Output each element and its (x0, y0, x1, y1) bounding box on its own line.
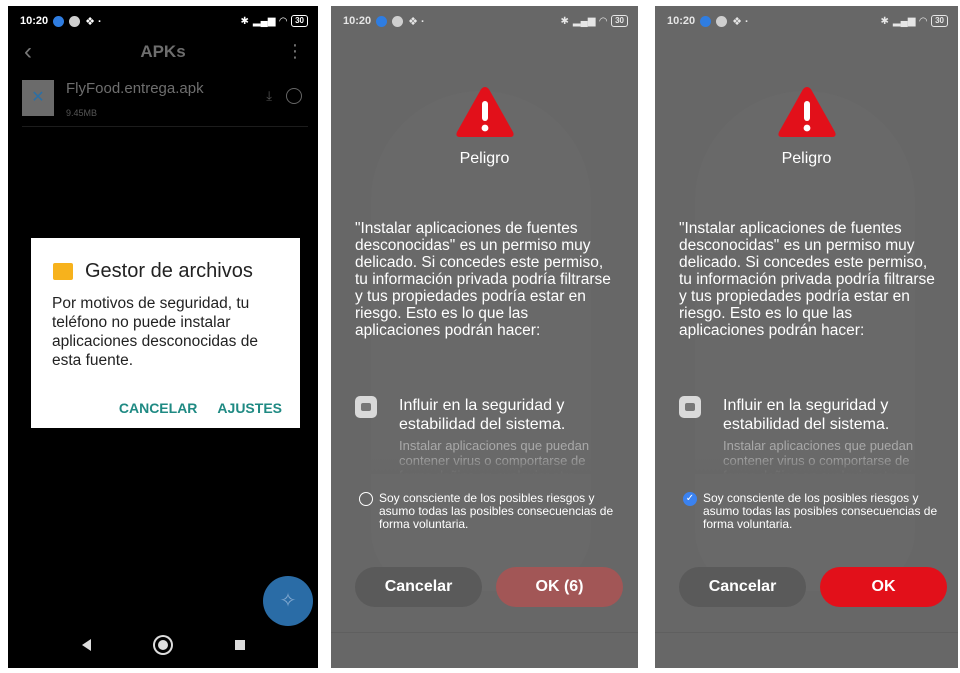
notification-icon (716, 15, 728, 27)
permission-item: Influir en la seguridad y estabilidad de… (679, 394, 942, 474)
status-time: 10:20 (667, 15, 696, 27)
permission-title: Influir en la seguridad y estabilidad de… (399, 397, 566, 433)
navigation-bar (8, 622, 318, 668)
file-size: 9.45MB (66, 108, 98, 118)
signal-icon: ▂▄▆ (892, 15, 916, 27)
messenger-icon (53, 15, 65, 27)
warning-icon (777, 87, 836, 137)
ok-button[interactable]: OK (820, 567, 947, 607)
warning-message: "Instalar aplicaciones de fuentes descon… (679, 220, 935, 339)
more-icon[interactable]: ⋮ (286, 42, 304, 60)
warning-message: "Instalar aplicaciones de fuentes descon… (355, 220, 611, 339)
notification-icon (69, 15, 81, 27)
system-icon (355, 396, 377, 418)
dialog-title-text: Gestor de archivos (85, 260, 253, 282)
dialog-title: Peligro (781, 150, 832, 167)
nav-recents-icon[interactable] (234, 640, 245, 650)
status-time: 10:20 (20, 15, 49, 27)
checkbox-icon[interactable] (359, 492, 373, 506)
divider (331, 632, 638, 633)
wifi-icon: ◠ (599, 15, 608, 27)
messenger-icon (376, 15, 388, 27)
permission-title: Influir en la seguridad y estabilidad de… (723, 397, 890, 433)
status-icons: ✱ ▂▄▆ ◠ 30 (561, 15, 628, 27)
consent-label: Soy consciente de los posibles riesgos y… (703, 491, 938, 531)
messenger-icon (700, 15, 712, 27)
nav-back-icon[interactable] (81, 639, 91, 651)
dialog-message: Por motivos de seguridad, tu teléfono no… (52, 295, 258, 369)
install-blocked-dialog: Gestor de archivos Por motivos de seguri… (31, 238, 300, 428)
system-icon (679, 396, 701, 418)
wifi-icon: ◠ (279, 15, 288, 27)
apk-file-icon: ✕ (22, 80, 54, 116)
bluetooth-icon: ✱ (240, 15, 249, 27)
wifi-icon: ◠ (919, 15, 928, 27)
screen-danger-unchecked: 10:20 ❖ · ✱ ▂▄▆ ◠ 30 Peligro "Instalar a… (331, 6, 638, 668)
app-icon: ❖ · (408, 15, 425, 28)
file-name: FlyFood.entrega.apk (66, 80, 204, 97)
consent-row[interactable]: Soy consciente de los posibles riesgos y… (355, 490, 624, 540)
cancel-button[interactable]: CANCELAR (119, 400, 198, 416)
warning-icon (455, 87, 514, 137)
status-icons: ✱ ▂▄▆ ◠ 30 (881, 15, 948, 27)
checkbox-icon[interactable]: ✓ (683, 492, 697, 506)
status-bar: 10:20 ❖ · ✱ ▂▄▆ ◠ 30 (8, 6, 318, 36)
app-icon: ❖ · (85, 15, 102, 28)
settings-button[interactable]: AJUSTES (217, 400, 282, 416)
app-bar: ‹ APKs ⋮ (8, 36, 318, 70)
screen-danger-checked: 10:20 ❖ · ✱ ▂▄▆ ◠ 30 Peligro "Instalar a… (655, 6, 958, 668)
cancel-button[interactable]: Cancelar (355, 567, 482, 607)
bluetooth-icon: ✱ (880, 15, 889, 27)
cancel-button[interactable]: Cancelar (679, 567, 806, 607)
fade-overlay (679, 456, 942, 474)
battery-icon: 30 (291, 15, 308, 27)
fade-overlay (355, 456, 622, 474)
signal-icon: ▂▄▆ (572, 15, 596, 27)
dialog-actions: CANCELAR AJUSTES (119, 400, 282, 416)
nav-home-icon[interactable] (157, 640, 168, 650)
signal-icon: ▂▄▆ (252, 15, 276, 27)
status-icons: ✱ ▂▄▆ ◠ 30 (241, 15, 308, 27)
select-radio[interactable] (286, 88, 302, 104)
status-bar: 10:20 ❖ · ✱ ▂▄▆ ◠ 30 (331, 6, 638, 36)
battery-icon: 30 (931, 15, 948, 27)
app-icon: ❖ · (732, 15, 749, 28)
page-title: APKs (140, 42, 186, 61)
consent-label: Soy consciente de los posibles riesgos y… (379, 491, 614, 531)
folder-icon (53, 263, 73, 280)
bluetooth-icon: ✱ (560, 15, 569, 27)
cleaner-icon[interactable]: ✧ (263, 576, 313, 626)
status-bar: 10:20 ❖ · ✱ ▂▄▆ ◠ 30 (655, 6, 958, 36)
notification-icon (392, 15, 404, 27)
permission-item: Influir en la seguridad y estabilidad de… (355, 394, 622, 474)
consent-row[interactable]: ✓ Soy consciente de los posibles riesgos… (679, 490, 944, 540)
divider (655, 632, 958, 633)
dialog-title: Gestor de archivos (53, 260, 253, 283)
status-time: 10:20 (343, 15, 372, 27)
list-item[interactable]: ✕ FlyFood.entrega.apk 9.45MB ⤓ (22, 80, 308, 126)
battery-icon: 30 (611, 15, 628, 27)
download-icon[interactable]: ⤓ (266, 88, 272, 104)
dialog-title: Peligro (459, 150, 510, 167)
screen-apk-list: 10:20 ❖ · ✱ ▂▄▆ ◠ 30 ‹ APKs ⋮ ✕ FlyFood.… (8, 6, 318, 668)
ok-button[interactable]: OK (6) (496, 567, 623, 607)
divider (22, 126, 308, 127)
